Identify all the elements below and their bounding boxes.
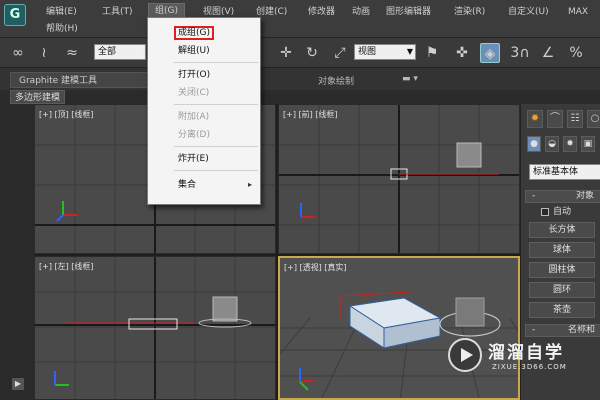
ribbon-options-icon[interactable]: ▬ ▾ bbox=[402, 74, 418, 84]
scale-icon[interactable]: ⤢ bbox=[330, 43, 350, 63]
highlight-box: 成组(G) bbox=[174, 26, 214, 40]
menu-graph-editors[interactable]: 图形编辑器 bbox=[386, 5, 431, 19]
move-icon[interactable]: ✛ bbox=[276, 43, 296, 63]
ribbon: Graphite 建模工具 对象绘制 ▬ ▾ bbox=[0, 68, 600, 90]
bind-space-warp-icon[interactable]: ≈ bbox=[62, 43, 82, 63]
hierarchy-tab-icon[interactable]: ☷ bbox=[567, 110, 583, 128]
viewport-perspective-grid bbox=[280, 291, 518, 398]
percent-snap-label: % bbox=[569, 45, 583, 61]
create-tab-icon[interactable]: ✹ bbox=[527, 110, 543, 128]
autogrid-checkbox[interactable]: 自动 bbox=[541, 206, 600, 218]
watermark: 溜溜自学 ZIXUE.3D66.COM bbox=[446, 336, 574, 378]
menu-customize[interactable]: 自定义(U) bbox=[508, 5, 549, 19]
teapot-button[interactable]: 茶壶 bbox=[529, 302, 595, 318]
viewport-perspective[interactable]: [+] [透视] [真实] bbox=[278, 256, 520, 400]
menu-modifiers[interactable]: 修改器 bbox=[308, 5, 335, 19]
menu-item-group-label: 成组(G) bbox=[178, 28, 210, 38]
submenu-arrow-icon: ▸ bbox=[247, 180, 252, 189]
left-strip bbox=[0, 104, 34, 400]
modify-tab-icon[interactable]: ⌒ bbox=[547, 110, 563, 128]
menu-item-assembly[interactable]: 集合 ▸ bbox=[148, 176, 260, 194]
create-category-row: ● ◒ ✸ ▣ bbox=[525, 136, 600, 156]
shapes-icon[interactable]: ◒ bbox=[545, 136, 559, 152]
viewport-front[interactable]: [+] [前] [线框] bbox=[278, 104, 520, 254]
viewport-left[interactable]: [+] [左] [线框] bbox=[34, 256, 276, 400]
menu-tools[interactable]: 工具(T) bbox=[102, 5, 133, 19]
torus-button[interactable]: 圆环 bbox=[529, 282, 595, 298]
viewport-front-label[interactable]: [+] [前] [线框] bbox=[283, 109, 338, 120]
menu-separator bbox=[174, 62, 258, 63]
reference-coordinate-dropdown[interactable]: 视图 ▼ bbox=[354, 44, 416, 60]
menu-item-detach: 分离(D) bbox=[178, 130, 210, 140]
menu-help[interactable]: 帮助(H) bbox=[46, 22, 78, 36]
autogrid-label: 自动 bbox=[553, 207, 572, 217]
menu-item-group[interactable]: 成组(G) bbox=[148, 24, 260, 42]
chevron-down-icon: ▼ bbox=[406, 47, 413, 56]
watermark-url: ZIXUE.3D66.COM bbox=[492, 363, 567, 371]
command-panel-tabs: ✹ ⌒ ☷ ○ bbox=[525, 110, 600, 130]
watermark-title: 溜溜自学 bbox=[488, 343, 564, 363]
pivot-center-icon[interactable]: ⚑ bbox=[422, 43, 442, 63]
viewport-left-grid bbox=[35, 257, 275, 399]
menu-item-close: 关闭(C) bbox=[178, 88, 210, 98]
percent-snap-icon[interactable]: % bbox=[566, 43, 586, 63]
watermark-logo-icon bbox=[448, 338, 482, 372]
play-icon[interactable]: ▶ bbox=[12, 378, 24, 390]
sphere-button[interactable]: 球体 bbox=[529, 242, 595, 258]
app-logo-icon[interactable]: G bbox=[4, 4, 26, 26]
rollout-object-type-label: 对象 bbox=[576, 191, 595, 201]
rollout-object-type[interactable]: - 对象 bbox=[525, 190, 600, 203]
tab-object-paint[interactable]: 对象绘制 bbox=[318, 74, 354, 87]
menu-item-assembly-label: 集合 bbox=[178, 180, 197, 190]
menu-rendering[interactable]: 渲染(R) bbox=[454, 5, 485, 19]
menu-bar: G 编辑(E) 工具(T) 组(G) 视图(V) 创建(C) 修改器 动画 图形… bbox=[0, 0, 600, 38]
checkbox-box bbox=[541, 207, 549, 216]
menu-separator bbox=[174, 146, 258, 147]
primitive-category-dropdown[interactable]: 标准基本体 bbox=[529, 164, 600, 180]
menu-item-explode[interactable]: 炸开(E) bbox=[148, 150, 260, 168]
menu-item-attach: 附加(A) bbox=[178, 112, 210, 122]
menu-item-open[interactable]: 打开(O) bbox=[148, 66, 260, 84]
viewport-perspective-label[interactable]: [+] [透视] [真实] bbox=[284, 262, 347, 273]
keyboard-shortcut-override-icon[interactable]: ◈ bbox=[480, 43, 500, 63]
menu-separator bbox=[174, 170, 258, 171]
menu-maxscript[interactable]: MAX bbox=[568, 5, 588, 19]
subtab-polygon-modeling[interactable]: 多边形建模 bbox=[10, 90, 66, 104]
primitive-category-value: 标准基本体 bbox=[533, 167, 579, 177]
menu-edit[interactable]: 编辑(E) bbox=[46, 5, 77, 19]
geometry-icon[interactable]: ● bbox=[527, 136, 541, 152]
lights-icon[interactable]: ✸ bbox=[563, 136, 577, 152]
viewport-front-grid bbox=[279, 105, 519, 253]
menu-animation[interactable]: 动画 bbox=[352, 5, 370, 19]
tab-graphite-modeling[interactable]: Graphite 建模工具 bbox=[10, 72, 150, 88]
motion-tab-icon[interactable]: ○ bbox=[587, 110, 600, 128]
selection-filter-value: 全部 bbox=[98, 47, 117, 57]
rotate-icon[interactable]: ↻ bbox=[302, 43, 322, 63]
unlink-icon[interactable]: ≀ bbox=[34, 43, 54, 63]
menu-item-ungroup[interactable]: 解组(U) bbox=[148, 42, 260, 60]
angle-snap-icon[interactable]: ∠ bbox=[538, 43, 558, 63]
group-menu-dropdown: 成组(G) 解组(U) 打开(O) 关闭(C) 附加(A) 分离(D) 炸开(E… bbox=[147, 17, 261, 205]
snap-toggle-icon[interactable]: 3∩ bbox=[510, 43, 530, 63]
selection-filter-dropdown[interactable]: 全部 bbox=[94, 44, 146, 60]
collapse-icon: - bbox=[532, 325, 536, 335]
rollout-name-color-label: 名称和 bbox=[568, 325, 596, 335]
reference-coordinate-value: 视图 bbox=[358, 47, 377, 57]
main-toolbar: ∞ ≀ ≈ 全部 ✛ ↻ ⤢ 视图 ▼ ⚑ ✜ ◈ 3∩ ∠ % bbox=[0, 38, 600, 68]
collapse-icon: - bbox=[532, 191, 536, 201]
viewport-left-label[interactable]: [+] [左] [线框] bbox=[39, 261, 94, 272]
viewport-top-label[interactable]: [+] [顶] [线框] bbox=[39, 109, 94, 120]
link-icon[interactable]: ∞ bbox=[8, 43, 28, 63]
menu-separator bbox=[174, 104, 258, 105]
snap-label: 3 bbox=[510, 45, 520, 61]
select-manipulate-icon[interactable]: ✜ bbox=[452, 43, 472, 63]
cylinder-button[interactable]: 圆柱体 bbox=[529, 262, 595, 278]
box-button[interactable]: 长方体 bbox=[529, 222, 595, 238]
cameras-icon[interactable]: ▣ bbox=[581, 136, 595, 152]
